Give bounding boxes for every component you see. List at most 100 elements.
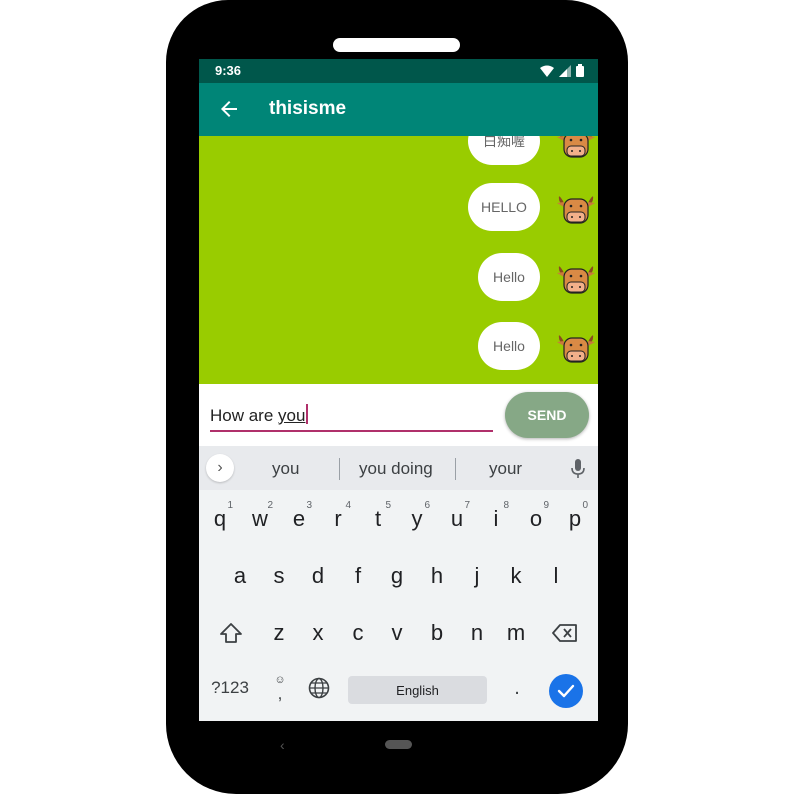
key-e[interactable]: e3 (279, 494, 319, 544)
enter-key[interactable] (549, 674, 583, 708)
message-bubble: Hello (478, 253, 540, 301)
key-label: e (292, 506, 306, 531)
chat-area: 白痴喔 HELLO Hello Hello (199, 136, 598, 384)
key-label: p (568, 506, 582, 531)
key-m[interactable]: m (496, 608, 536, 658)
key-g[interactable]: g (377, 551, 417, 601)
cow-avatar-icon (557, 266, 595, 294)
key-w[interactable]: w2 (240, 494, 280, 544)
message-row: Hello (468, 322, 598, 372)
key-r[interactable]: r4 (318, 494, 358, 544)
key-label: q (213, 506, 227, 531)
key-c[interactable]: c (338, 608, 378, 658)
key-f[interactable]: f (338, 551, 378, 601)
nav-home-icon[interactable] (385, 740, 412, 749)
app-bar: thisisme (199, 83, 598, 136)
keyboard: › you you doing your q1 w2 e3 r4 t5 y6 u… (199, 446, 598, 721)
cow-avatar-icon (557, 136, 595, 158)
suggestion-strip: › you you doing your (199, 446, 598, 490)
key-v[interactable]: v (377, 608, 417, 658)
key-hint: 7 (464, 500, 470, 511)
text-caret (306, 404, 309, 424)
key-u[interactable]: u7 (437, 494, 477, 544)
key-label: r (334, 506, 342, 531)
key-k[interactable]: k (496, 551, 536, 601)
symbols-key[interactable]: ?123 (207, 668, 253, 708)
backspace-icon (552, 624, 577, 642)
composer: How are you SEND (199, 384, 598, 446)
suggestion-item[interactable]: you doing (359, 459, 433, 479)
nav-back-icon[interactable]: ‹ (280, 737, 285, 753)
page-title: thisisme (269, 98, 347, 119)
screen: 9:36 thisisme 白痴喔 HELLO Hello Hello How … (199, 59, 598, 721)
message-input-composing-text: you (278, 406, 306, 425)
message-row: HELLO (468, 183, 598, 233)
key-l[interactable]: l (536, 551, 576, 601)
signal-icon (559, 64, 571, 77)
key-h[interactable]: h (417, 551, 457, 601)
suggestion-divider (455, 458, 456, 480)
key-hint: 9 (543, 500, 549, 511)
key-label: u (450, 506, 464, 531)
key-y[interactable]: y6 (397, 494, 437, 544)
key-o[interactable]: o9 (516, 494, 556, 544)
suggestion-divider (339, 458, 340, 480)
backspace-key[interactable] (545, 608, 585, 658)
suggestion-item[interactable]: you (272, 459, 299, 479)
message-row: Hello (468, 253, 598, 303)
period-key[interactable]: . (505, 668, 529, 708)
key-label: o (529, 506, 543, 531)
key-hint: 4 (345, 500, 351, 511)
key-label: t (374, 506, 382, 531)
key-hint: 8 (503, 500, 509, 511)
cow-avatar-icon (557, 196, 595, 224)
comma-key[interactable]: ☺ , (269, 668, 291, 708)
status-icons (540, 64, 584, 77)
key-z[interactable]: z (259, 608, 299, 658)
message-input-text: How are (210, 406, 279, 425)
message-row: 白痴喔 (468, 136, 598, 167)
shift-icon (220, 623, 242, 643)
key-d[interactable]: d (298, 551, 338, 601)
message-bubble: 白痴喔 (468, 136, 540, 165)
key-hint: 3 (306, 500, 312, 511)
key-hint: 2 (267, 500, 273, 511)
globe-icon (308, 677, 330, 699)
wifi-icon (540, 65, 554, 77)
suggestion-item[interactable]: your (489, 459, 522, 479)
key-q[interactable]: q1 (200, 494, 240, 544)
key-hint: 6 (424, 500, 430, 511)
message-bubble: Hello (478, 322, 540, 370)
chevron-right-icon[interactable]: › (206, 454, 234, 482)
key-hint: 5 (385, 500, 391, 511)
key-hint: 0 (582, 500, 588, 511)
arrow-left-icon[interactable] (217, 97, 241, 121)
cow-avatar-icon (557, 335, 595, 363)
key-t[interactable]: t5 (358, 494, 398, 544)
message-input[interactable]: How are you (210, 404, 493, 432)
key-a[interactable]: a (220, 551, 260, 601)
shift-key[interactable] (211, 608, 251, 658)
key-s[interactable]: s (259, 551, 299, 601)
key-n[interactable]: n (457, 608, 497, 658)
key-p[interactable]: p0 (555, 494, 595, 544)
message-bubble: HELLO (468, 183, 540, 231)
key-j[interactable]: j (457, 551, 497, 601)
checkmark-icon (557, 684, 575, 698)
key-label: i (493, 506, 499, 531)
send-button[interactable]: SEND (505, 392, 589, 438)
key-label: y (411, 506, 423, 531)
microphone-icon[interactable] (570, 458, 586, 480)
key-i[interactable]: i8 (476, 494, 516, 544)
language-key[interactable] (305, 674, 333, 702)
key-b[interactable]: b (417, 608, 457, 658)
status-bar: 9:36 (199, 59, 598, 83)
key-label: w (252, 506, 268, 531)
space-bar[interactable]: English (348, 676, 487, 704)
key-hint: 1 (227, 500, 233, 511)
comma-label: , (277, 683, 283, 703)
battery-icon (576, 64, 584, 77)
key-x[interactable]: x (298, 608, 338, 658)
phone-speaker (333, 38, 460, 52)
status-time: 9:36 (215, 63, 242, 78)
